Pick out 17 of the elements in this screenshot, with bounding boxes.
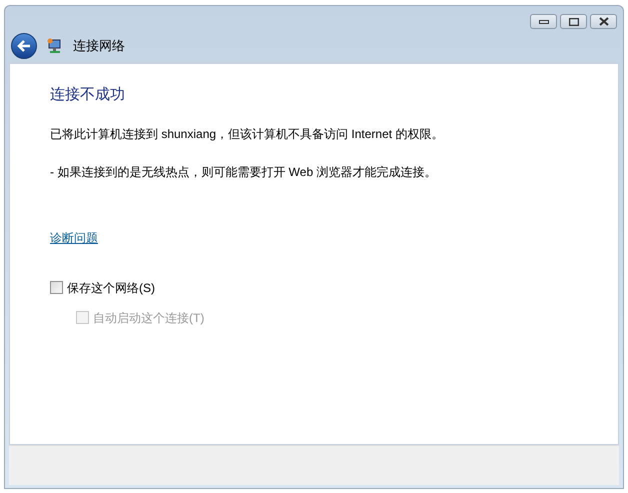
message-text: 已将此计算机连接到 shunxiang，但该计算机不具备访问 Internet 的权限。 — [50, 126, 444, 142]
network-icon — [47, 38, 63, 54]
maximize-button[interactable] — [560, 14, 587, 29]
checkbox-label: 保存这个网络(S) — [67, 280, 155, 296]
back-button[interactable] — [11, 33, 37, 59]
diagnose-link[interactable]: 诊断问题 — [50, 228, 98, 246]
maximize-icon — [568, 18, 578, 26]
close-button[interactable] — [590, 14, 617, 29]
minimize-button[interactable] — [530, 14, 557, 29]
checkbox-label: 自动启动这个连接(T) — [93, 310, 204, 326]
back-arrow-icon — [17, 40, 31, 52]
checkbox[interactable] — [50, 281, 63, 294]
note-text: - 如果连接到的是无线热点，则可能需要打开 Web 浏览器才能完成连接。 — [50, 164, 438, 180]
heading: 连接不成功 — [50, 85, 126, 105]
minimize-icon — [538, 20, 548, 24]
close-icon — [598, 17, 608, 26]
window-title: 连接网络 — [73, 37, 125, 56]
